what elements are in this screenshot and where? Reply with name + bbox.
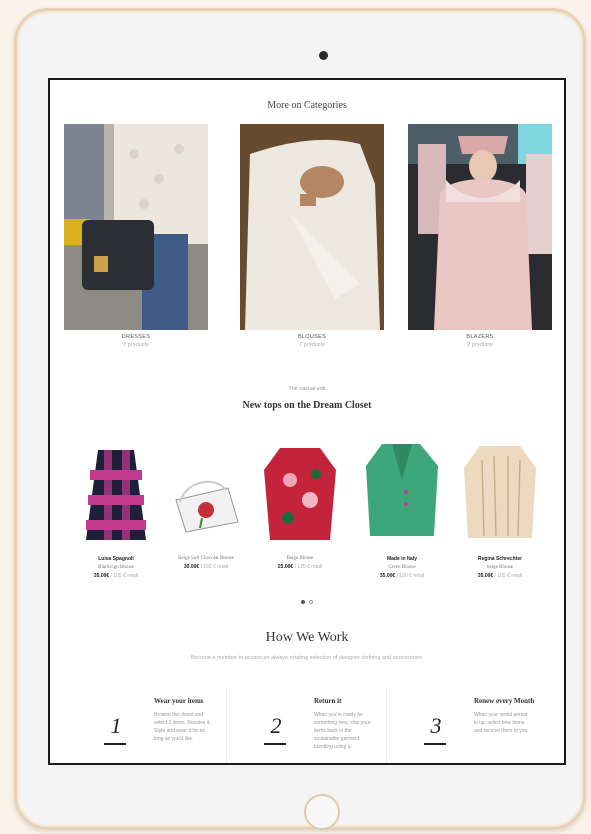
product-name: Beige Blouse bbox=[286, 556, 314, 561]
step-underline bbox=[104, 743, 126, 745]
step-2: 2 Return it When you're ready for someth… bbox=[262, 687, 382, 763]
product-brand: Luisa Spagnoli bbox=[98, 556, 134, 562]
product-price: 30.00€ / 169 € retail bbox=[183, 564, 229, 570]
category-name: BLAZERS bbox=[466, 334, 494, 340]
home-button[interactable] bbox=[304, 794, 340, 830]
step-underline bbox=[264, 743, 286, 745]
camera-icon bbox=[319, 51, 328, 60]
product-image[interactable] bbox=[260, 440, 340, 552]
divider bbox=[386, 687, 387, 763]
step-title: Renew every Month bbox=[474, 697, 535, 705]
product-image[interactable] bbox=[166, 440, 246, 552]
product-image[interactable] bbox=[76, 440, 156, 552]
step-text: Browse the closet and select 3 items. Re… bbox=[154, 712, 211, 742]
section-eyebrow: The casual edit bbox=[288, 386, 326, 392]
how-subtitle: Become a member to access an always-rota… bbox=[190, 655, 424, 661]
step-number: 3 bbox=[430, 713, 442, 738]
product-name: Beige Soft Chocolat Blouse bbox=[178, 556, 234, 561]
product-name: Blackvign Blouse bbox=[98, 565, 134, 570]
how-title: How We Work bbox=[265, 630, 349, 645]
carousel-pagination bbox=[50, 591, 564, 609]
step-text: When your rental period is up, select ne… bbox=[474, 712, 528, 734]
category-image-dresses[interactable] bbox=[64, 124, 208, 330]
product-card[interactable]: Made in Italy Green Blouse 35.00€ / 150 … bbox=[362, 440, 442, 579]
product-price: 25.00€ / 125 € retail bbox=[277, 564, 323, 570]
carousel-dot-2[interactable] bbox=[309, 600, 313, 604]
product-card[interactable]: Beige Soft Chocolat Blouse 30.00€ / 169 … bbox=[166, 440, 246, 570]
carousel-dot-1[interactable] bbox=[301, 600, 305, 604]
category-name: BLOUSES bbox=[297, 334, 327, 340]
product-price: 35.00€ / 150 € retail bbox=[379, 573, 425, 579]
step-number: 2 bbox=[270, 713, 282, 738]
step-3: 3 Renew every Month When your rental per… bbox=[422, 687, 552, 763]
product-name: beige Blouse bbox=[487, 565, 513, 570]
product-image[interactable] bbox=[362, 440, 442, 552]
product-card[interactable]: Luisa Spagnoli Blackvign Blouse 35.00€ /… bbox=[76, 440, 156, 579]
divider bbox=[226, 687, 227, 763]
category-card-blazers[interactable]: BLAZERS 2 products bbox=[408, 124, 552, 348]
product-card[interactable]: Regina Schrechter beige Blouse 35.00€ / … bbox=[460, 440, 540, 579]
step-underline bbox=[424, 743, 446, 745]
category-card-dresses[interactable]: DRESSES 7 products bbox=[64, 124, 208, 348]
category-count: 7 products bbox=[299, 342, 325, 348]
category-count: 7 products bbox=[123, 342, 149, 348]
product-image[interactable] bbox=[460, 440, 540, 552]
tops-title: New tops on the Dream Closet bbox=[242, 400, 372, 411]
category-card-blouses[interactable]: BLOUSES 7 products bbox=[240, 124, 384, 348]
product-brand: Made in Italy bbox=[386, 556, 417, 562]
category-image-blouses[interactable] bbox=[240, 124, 384, 330]
product-card[interactable]: Beige Blouse 25.00€ / 125 € retail bbox=[260, 440, 340, 570]
product-price: 35.00€ / 165 € retail bbox=[93, 573, 139, 579]
category-name: DRESSES bbox=[121, 334, 151, 340]
product-name: Green Blouse bbox=[388, 565, 416, 570]
product-brand: Regina Schrechter bbox=[477, 556, 523, 562]
step-text: When you're ready for something new, shi… bbox=[314, 712, 371, 750]
categories-title: More on Categories bbox=[267, 100, 347, 111]
product-price: 35.00€ / 165 € retail bbox=[477, 573, 523, 579]
screen: More on Categories DRESSES 7 products BL… bbox=[48, 78, 566, 765]
step-1: 1 Wear your items Browse the closet and … bbox=[102, 687, 222, 763]
step-number: 1 bbox=[110, 713, 122, 738]
step-title: Wear your items bbox=[154, 697, 204, 705]
category-image-blazers[interactable] bbox=[408, 124, 552, 330]
page-content: More on Categories DRESSES 7 products BL… bbox=[50, 80, 564, 763]
step-title: Return it bbox=[314, 697, 342, 705]
category-count: 2 products bbox=[467, 342, 493, 348]
